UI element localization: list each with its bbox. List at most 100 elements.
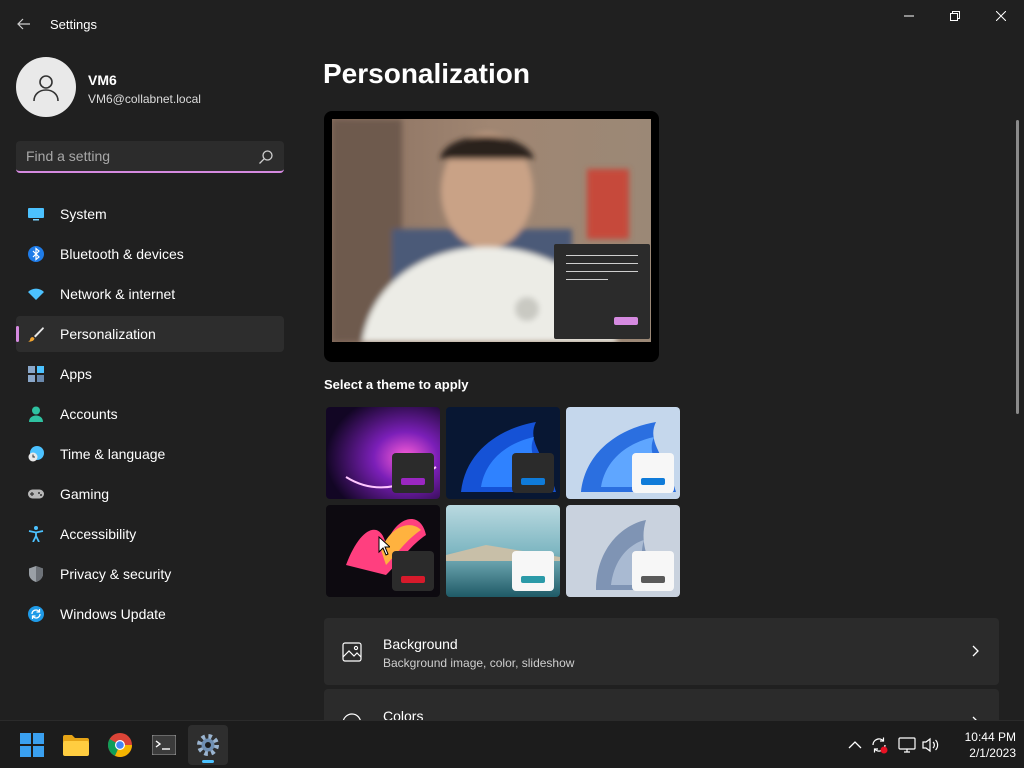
theme-windows-light[interactable]	[566, 407, 680, 499]
clock-globe-icon	[28, 446, 44, 462]
file-explorer-button[interactable]	[56, 725, 96, 765]
folder-icon	[63, 735, 89, 756]
accessibility-icon	[28, 526, 44, 542]
preview-accent-button	[614, 317, 638, 325]
theme-accent	[641, 576, 665, 583]
person-icon	[29, 406, 43, 422]
preview-line	[566, 263, 638, 264]
back-button[interactable]	[10, 10, 38, 38]
active-app-indicator	[202, 760, 214, 763]
sidebar-item-bluetooth[interactable]: Bluetooth & devices	[16, 236, 284, 272]
sidebar-item-personalization[interactable]: Personalization	[16, 316, 284, 352]
show-hidden-icons-button[interactable]	[845, 735, 865, 755]
theme-accent	[521, 576, 545, 583]
mouse-cursor-icon	[378, 536, 390, 556]
preview-line	[566, 271, 638, 272]
search-icon[interactable]	[258, 149, 274, 165]
sidebar-item-label: Personalization	[60, 326, 156, 342]
close-icon	[996, 11, 1006, 21]
sidebar-item-label: Gaming	[60, 486, 110, 502]
sidebar-item-apps[interactable]: Apps	[16, 356, 284, 392]
sidebar-item-label: Network & internet	[60, 286, 176, 302]
background-settings-row[interactable]: Background Background image, color, slid…	[324, 618, 999, 685]
network-tray-button[interactable]	[897, 735, 917, 755]
windows-logo-icon	[20, 733, 44, 757]
preview-line	[566, 279, 608, 280]
user-name: VM6	[88, 72, 117, 88]
theme-sunrise[interactable]	[446, 505, 560, 597]
start-button[interactable]	[12, 725, 52, 765]
sidebar-item-label: Windows Update	[60, 606, 166, 622]
theme-accent	[401, 576, 425, 583]
row-title: Background	[383, 636, 458, 652]
clock-time: 10:44 PM	[964, 730, 1016, 744]
scrollbar[interactable]	[1016, 120, 1019, 414]
update-icon	[28, 606, 44, 622]
brush-icon	[28, 327, 44, 342]
image-icon	[342, 642, 362, 662]
row-title: Colors	[383, 708, 424, 720]
close-button[interactable]	[978, 0, 1024, 32]
sidebar-item-label: Accounts	[60, 406, 118, 422]
theme-accent	[401, 478, 425, 485]
theme-accent	[521, 478, 545, 485]
themes-section-label: Select a theme to apply	[324, 377, 469, 392]
chrome-button[interactable]	[100, 725, 140, 765]
theme-preview	[324, 111, 659, 362]
chrome-icon	[108, 733, 132, 757]
shield-icon	[29, 566, 43, 582]
monitor-icon	[28, 208, 44, 221]
theme-glow[interactable]	[326, 407, 440, 499]
terminal-icon	[152, 735, 176, 755]
wifi-icon	[28, 288, 44, 300]
theme-window	[632, 551, 674, 591]
sidebar-item-label: Privacy & security	[60, 566, 172, 582]
page-title: Personalization	[323, 58, 530, 89]
sidebar-item-label: System	[60, 206, 107, 222]
clock-date: 2/1/2023	[969, 746, 1016, 760]
theme-windows-dark[interactable]	[446, 407, 560, 499]
theme-flow[interactable]	[566, 505, 680, 597]
minimize-button[interactable]	[886, 0, 932, 32]
palette-icon	[342, 713, 361, 720]
chevron-up-icon	[848, 741, 862, 749]
sidebar-item-accounts[interactable]: Accounts	[16, 396, 284, 432]
search-input[interactable]	[16, 141, 246, 171]
taskbar-clock[interactable]: 10:44 PM 2/1/2023	[944, 729, 1016, 761]
theme-window	[392, 453, 434, 493]
restore-button[interactable]	[932, 0, 978, 32]
app-title: Settings	[50, 17, 97, 32]
sidebar-item-system[interactable]: System	[16, 196, 284, 232]
sidebar-item-network[interactable]: Network & internet	[16, 276, 284, 312]
network-monitor-icon	[898, 737, 916, 753]
theme-window	[512, 453, 554, 493]
taskbar: 10:44 PM 2/1/2023	[0, 720, 1024, 768]
desktop-wallpaper-preview	[332, 119, 651, 342]
theme-window	[512, 551, 554, 591]
theme-window	[632, 453, 674, 493]
sidebar-item-gaming[interactable]: Gaming	[16, 476, 284, 512]
title-bar: Settings	[0, 0, 1024, 48]
sidebar-item-windows-update[interactable]: Windows Update	[16, 596, 284, 632]
sidebar-item-time-language[interactable]: Time & language	[16, 436, 284, 472]
minimize-icon	[904, 15, 914, 17]
back-arrow-icon	[17, 18, 30, 30]
search-box[interactable]	[16, 141, 284, 173]
terminal-button[interactable]	[144, 725, 184, 765]
colors-settings-row[interactable]: Colors	[324, 689, 999, 720]
sync-status-button[interactable]	[869, 735, 889, 755]
theme-window	[392, 551, 434, 591]
row-subtitle: Background image, color, slideshow	[383, 656, 575, 670]
volume-tray-button[interactable]	[921, 735, 941, 755]
settings-taskbar-button[interactable]	[188, 725, 228, 765]
sidebar-item-label: Accessibility	[60, 526, 137, 542]
chevron-right-icon	[972, 645, 979, 657]
sidebar-item-privacy-security[interactable]: Privacy & security	[16, 556, 284, 592]
restore-icon	[950, 11, 960, 21]
sidebar-item-accessibility[interactable]: Accessibility	[16, 516, 284, 552]
sidebar-item-label: Time & language	[60, 446, 166, 462]
gamepad-icon	[28, 489, 44, 499]
theme-accent	[641, 478, 665, 485]
avatar[interactable]	[16, 57, 76, 117]
preview-line	[566, 255, 638, 256]
